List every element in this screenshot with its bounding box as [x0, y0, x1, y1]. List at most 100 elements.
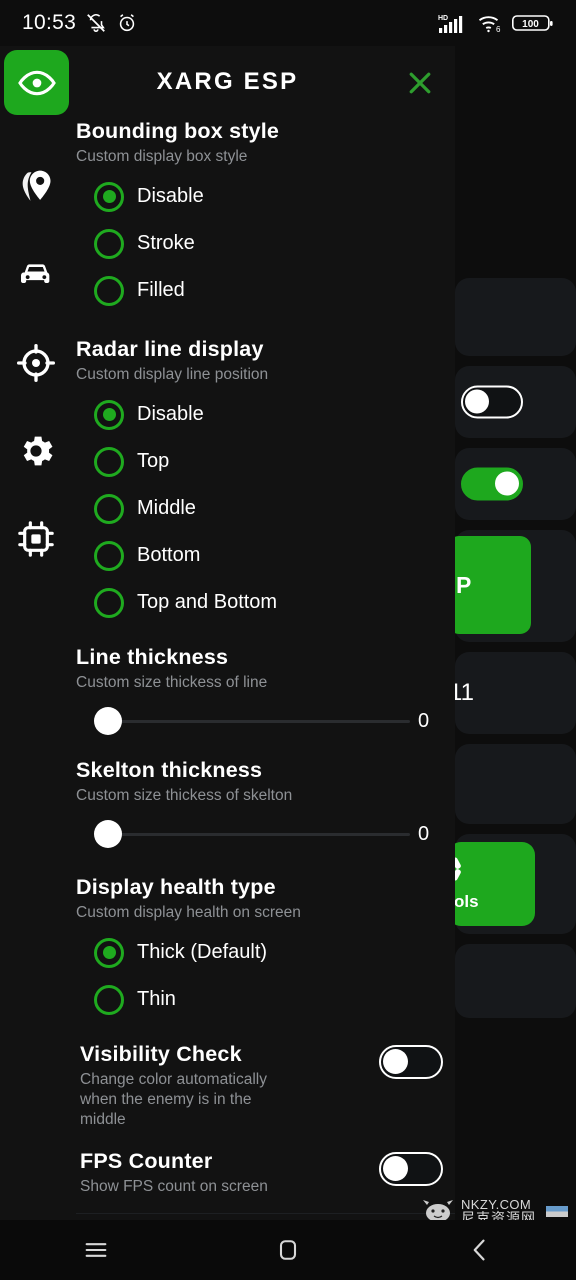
- slider-skelton-thickness[interactable]: 0: [76, 810, 455, 858]
- section-title: Bounding box style: [76, 119, 280, 143]
- background-card[interactable]: P: [448, 530, 576, 642]
- nav-recents-button[interactable]: [56, 1226, 136, 1274]
- eye-icon: [17, 70, 56, 95]
- fps-counter-texts: FPS Counter Show FPS count on screen: [80, 1148, 268, 1197]
- close-button[interactable]: [401, 64, 439, 102]
- radio-option[interactable]: Stroke: [76, 220, 455, 267]
- sidebar-item-memory[interactable]: [13, 516, 59, 562]
- background-green-button-2-label: ols: [454, 892, 479, 911]
- location-pin-icon: [22, 170, 51, 201]
- sidebar-item-settings[interactable]: [13, 428, 59, 474]
- radio-option[interactable]: Thick (Default): [76, 929, 455, 976]
- radio-label: Bottom: [137, 544, 201, 567]
- nav-back-button[interactable]: [440, 1226, 520, 1274]
- background-card[interactable]: [455, 448, 576, 520]
- section-title: FPS Counter: [80, 1149, 213, 1174]
- slider-thumb[interactable]: [94, 820, 122, 849]
- gear-icon: [23, 436, 53, 466]
- slider-thumb[interactable]: [94, 707, 122, 736]
- section-line-thickness: Line thickness Custom size thickess of l…: [76, 644, 455, 745]
- status-bar-left: 10:53: [22, 11, 138, 35]
- section-subtitle: Custom display box style: [76, 147, 248, 165]
- battery-level: 100: [522, 19, 539, 30]
- section-title: Line thickness: [76, 645, 229, 670]
- section-subtitle: Custom display health on screen: [76, 903, 301, 921]
- background-green-button[interactable]: P: [448, 536, 531, 634]
- overlay-sidebar: [0, 118, 72, 1220]
- crosshair-icon: [17, 344, 55, 382]
- radio-label: Top and Bottom: [137, 591, 278, 614]
- radio-option[interactable]: Disable: [76, 173, 455, 220]
- slider-track[interactable]: [94, 819, 410, 849]
- nav-home-button[interactable]: [248, 1226, 328, 1274]
- eye-toggle-button[interactable]: [4, 50, 69, 115]
- mute-icon: [87, 14, 105, 33]
- close-icon: [409, 72, 431, 94]
- radio-icon: [94, 493, 124, 524]
- slider-value: 0: [418, 709, 430, 732]
- sidebar-item-aim[interactable]: [13, 340, 59, 386]
- section-bounding-box-style: Bounding box style Custom display box st…: [76, 118, 455, 314]
- background-card[interactable]: [455, 366, 576, 438]
- radio-label: Thin: [137, 988, 176, 1011]
- content-divider: [76, 1213, 455, 1215]
- radio-option[interactable]: Disable: [76, 391, 455, 438]
- radio-icon-selected: [94, 181, 124, 212]
- back-icon: [473, 1239, 485, 1261]
- section-title: Radar line display: [76, 337, 264, 362]
- radio-option[interactable]: Bottom: [76, 532, 455, 579]
- radio-icon: [94, 984, 124, 1015]
- radio-label: Disable: [137, 185, 204, 208]
- radio-option[interactable]: Filled: [76, 267, 455, 314]
- section-subtitle: Custom display line position: [76, 365, 269, 383]
- section-display-health-type: Display health type Custom display healt…: [76, 874, 455, 1023]
- svg-text:HD: HD: [438, 15, 448, 22]
- slider-rail: [104, 719, 410, 723]
- section-fps-counter: FPS Counter Show FPS count on screen: [76, 1130, 455, 1197]
- section-subtitle: Show FPS count on screen: [80, 1178, 268, 1196]
- background-card[interactable]: [455, 278, 576, 356]
- fps-counter-toggle[interactable]: [379, 1152, 443, 1187]
- radio-label: Disable: [137, 403, 204, 426]
- slider-line-thickness[interactable]: 0: [76, 697, 455, 745]
- radio-group-bounding-box: Disable Stroke Filled: [76, 173, 455, 314]
- radio-option[interactable]: Middle: [76, 485, 455, 532]
- overlay-content: Bounding box style Custom display box st…: [72, 118, 455, 1220]
- sidebar-item-location[interactable]: [13, 164, 59, 210]
- radio-icon: [94, 540, 124, 571]
- watermark-line-1: NKZY.COM: [461, 1196, 532, 1212]
- background-green-button-2[interactable]: ols: [448, 842, 535, 926]
- radio-icon: [94, 275, 124, 306]
- background-toggle-on[interactable]: [461, 467, 523, 501]
- radio-option[interactable]: Top: [76, 438, 455, 485]
- alarm-icon: [119, 14, 135, 32]
- radio-group-radar-line: Disable Top Middle Bottom Top and Bottom: [76, 391, 455, 626]
- radio-label: Middle: [137, 497, 196, 520]
- section-skelton-thickness: Skelton thickness Custom size thickess o…: [76, 757, 455, 858]
- section-subtitle: Custom size thickess of line: [76, 673, 268, 691]
- status-time: 10:53: [22, 11, 77, 34]
- radio-group-health-type: Thick (Default) Thin: [76, 929, 455, 1023]
- section-title: Display health type: [76, 875, 276, 900]
- section-visibility-check: Visibility Check Change color automatica…: [76, 1027, 455, 1130]
- visibility-check-toggle[interactable]: [379, 1045, 443, 1080]
- background-toggle-off[interactable]: [461, 385, 523, 419]
- signal-icon: HD: [438, 15, 463, 33]
- sidebar-item-vehicles[interactable]: [13, 252, 59, 298]
- background-card[interactable]: ols: [448, 834, 576, 934]
- background-card[interactable]: 11: [449, 652, 576, 734]
- background-card[interactable]: [455, 744, 576, 824]
- radio-icon: [94, 228, 124, 259]
- radio-icon-selected: [94, 937, 124, 968]
- background-card[interactable]: [455, 944, 576, 1018]
- radio-label: Top: [137, 450, 170, 473]
- radio-icon: [94, 587, 124, 618]
- radio-option[interactable]: Top and Bottom: [76, 579, 455, 626]
- home-icon: [279, 1240, 297, 1260]
- radio-icon: [94, 446, 124, 477]
- svg-text:6: 6: [496, 25, 501, 34]
- radio-option[interactable]: Thin: [76, 976, 455, 1023]
- slider-track[interactable]: [94, 706, 410, 736]
- radio-label: Filled: [137, 279, 185, 302]
- visibility-check-texts: Visibility Check Change color automatica…: [80, 1041, 280, 1130]
